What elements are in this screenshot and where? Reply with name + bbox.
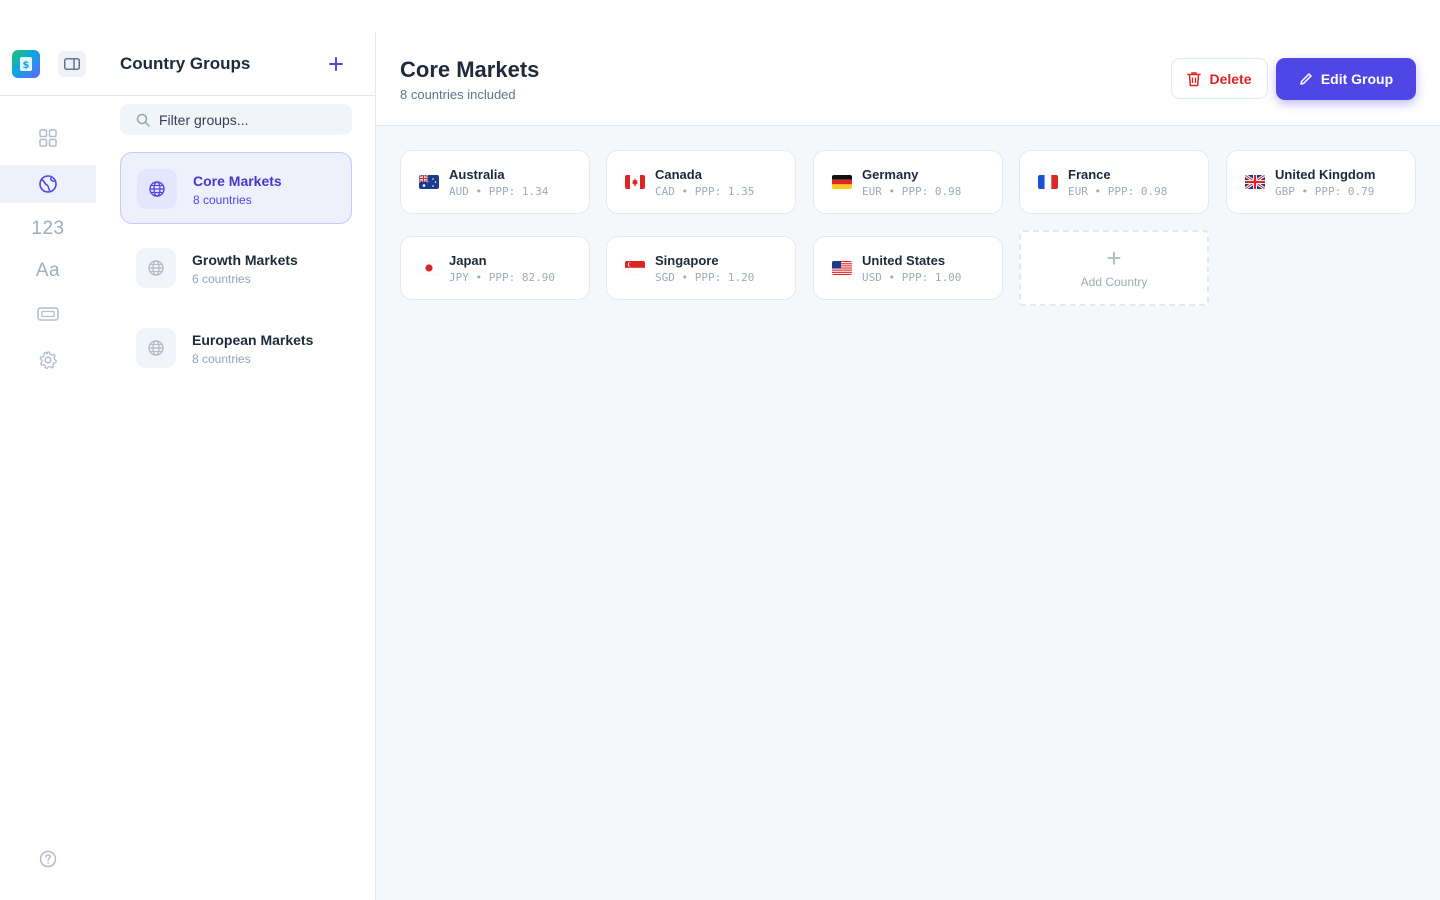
- group-item-core-markets[interactable]: Core Markets 8 countries: [120, 152, 352, 224]
- delete-button[interactable]: Delete: [1171, 58, 1268, 99]
- nav-ticket[interactable]: [0, 295, 96, 333]
- groups-panel: Country Groups Core Markets 8 countries …: [96, 32, 376, 900]
- globe-icon: [39, 175, 57, 193]
- flag-sg-icon: [625, 261, 645, 275]
- rail-divider: [0, 95, 96, 96]
- group-count: 8 countries: [193, 193, 252, 207]
- globe-icon: [136, 248, 176, 288]
- group-name: European Markets: [192, 332, 314, 348]
- country-meta: GBP • PPP: 0.79: [1275, 185, 1375, 198]
- svg-text:$: $: [23, 60, 30, 71]
- group-count: 8 countries: [192, 352, 251, 366]
- country-name: Australia: [449, 167, 505, 182]
- nav-dashboard[interactable]: [0, 119, 96, 157]
- country-card-germany[interactable]: Germany EUR • PPP: 0.98: [813, 150, 1003, 214]
- group-count: 6 countries: [192, 272, 251, 286]
- country-card-united-states[interactable]: United States USD • PPP: 1.00: [813, 236, 1003, 300]
- country-name: France: [1068, 167, 1111, 182]
- nav-typography[interactable]: Aa: [0, 252, 96, 290]
- edit-group-label: Edit Group: [1320, 71, 1394, 87]
- ticket-icon: [37, 307, 59, 321]
- gear-icon: [39, 351, 57, 370]
- group-name: Growth Markets: [192, 252, 298, 268]
- country-meta: SGD • PPP: 1.20: [655, 271, 755, 284]
- search-icon: [136, 113, 150, 127]
- group-item-growth-markets[interactable]: Growth Markets 6 countries: [120, 232, 352, 304]
- country-card-japan[interactable]: Japan JPY • PPP: 82.90: [400, 236, 590, 300]
- country-name: Canada: [655, 167, 702, 182]
- flag-fr-icon: [1038, 175, 1058, 189]
- group-name: Core Markets: [193, 173, 282, 189]
- globe-icon: [137, 169, 177, 209]
- country-name: United States: [862, 253, 946, 268]
- group-item-european-markets[interactable]: European Markets 8 countries: [120, 312, 352, 384]
- page-subtitle: 8 countries included: [400, 87, 516, 102]
- flag-au-icon: [419, 175, 439, 189]
- country-meta: AUD • PPP: 1.34: [449, 185, 549, 198]
- sidebar-toggle-icon[interactable]: [58, 51, 86, 77]
- page-title: Core Markets: [400, 57, 540, 82]
- flag-ca-icon: [625, 175, 645, 189]
- icon-rail: $ 123 Aa: [0, 0, 96, 900]
- add-country-label: Add Country: [1080, 275, 1148, 289]
- country-card-france[interactable]: France EUR • PPP: 0.98: [1019, 150, 1209, 214]
- add-country-button[interactable]: + Add Country: [1019, 230, 1209, 306]
- country-card-canada[interactable]: Canada CAD • PPP: 1.35: [606, 150, 796, 214]
- country-card-united-kingdom[interactable]: United Kingdom GBP • PPP: 0.79: [1226, 150, 1416, 214]
- country-meta: JPY • PPP: 82.90: [449, 271, 555, 284]
- nav-numbers[interactable]: 123: [0, 210, 96, 248]
- globe-icon: [136, 328, 176, 368]
- typography-icon: Aa: [35, 260, 61, 281]
- plus-icon: +: [1106, 243, 1122, 273]
- flag-gb-icon: [1245, 175, 1265, 189]
- plus-icon: [329, 57, 343, 71]
- grid-icon: [39, 129, 57, 147]
- main-content: Core Markets 8 countries included Delete…: [376, 32, 1440, 900]
- country-name: Singapore: [655, 253, 719, 268]
- edit-group-button[interactable]: Edit Group: [1276, 58, 1416, 100]
- country-meta: EUR • PPP: 0.98: [1068, 185, 1168, 198]
- groups-divider: [96, 95, 375, 96]
- country-meta: CAD • PPP: 1.35: [655, 185, 755, 198]
- nav-country-groups[interactable]: [0, 165, 96, 203]
- country-card-australia[interactable]: Australia AUD • PPP: 1.34: [400, 150, 590, 214]
- help-icon[interactable]: [38, 849, 58, 869]
- trash-icon: [1187, 71, 1202, 86]
- filter-groups-input[interactable]: [159, 111, 339, 128]
- flag-us-icon: [832, 261, 852, 275]
- main-header: Core Markets 8 countries included Delete…: [376, 32, 1440, 126]
- delete-label: Delete: [1209, 70, 1252, 87]
- country-name: Germany: [862, 167, 919, 182]
- country-meta: EUR • PPP: 0.98: [862, 185, 962, 198]
- add-group-button[interactable]: [325, 53, 347, 75]
- country-name: Japan: [449, 253, 487, 268]
- country-meta: USD • PPP: 1.00: [862, 271, 962, 284]
- filter-groups-search[interactable]: [120, 104, 352, 135]
- flag-de-icon: [832, 175, 852, 189]
- pencil-icon: [1300, 73, 1312, 85]
- flag-jp-icon: [419, 261, 439, 275]
- country-card-singapore[interactable]: Singapore SGD • PPP: 1.20: [606, 236, 796, 300]
- numbers-icon: 123: [31, 218, 65, 239]
- country-name: United Kingdom: [1275, 167, 1376, 182]
- app-logo-icon[interactable]: $: [12, 50, 40, 78]
- nav-settings[interactable]: [0, 341, 96, 379]
- groups-panel-title: Country Groups: [120, 54, 251, 73]
